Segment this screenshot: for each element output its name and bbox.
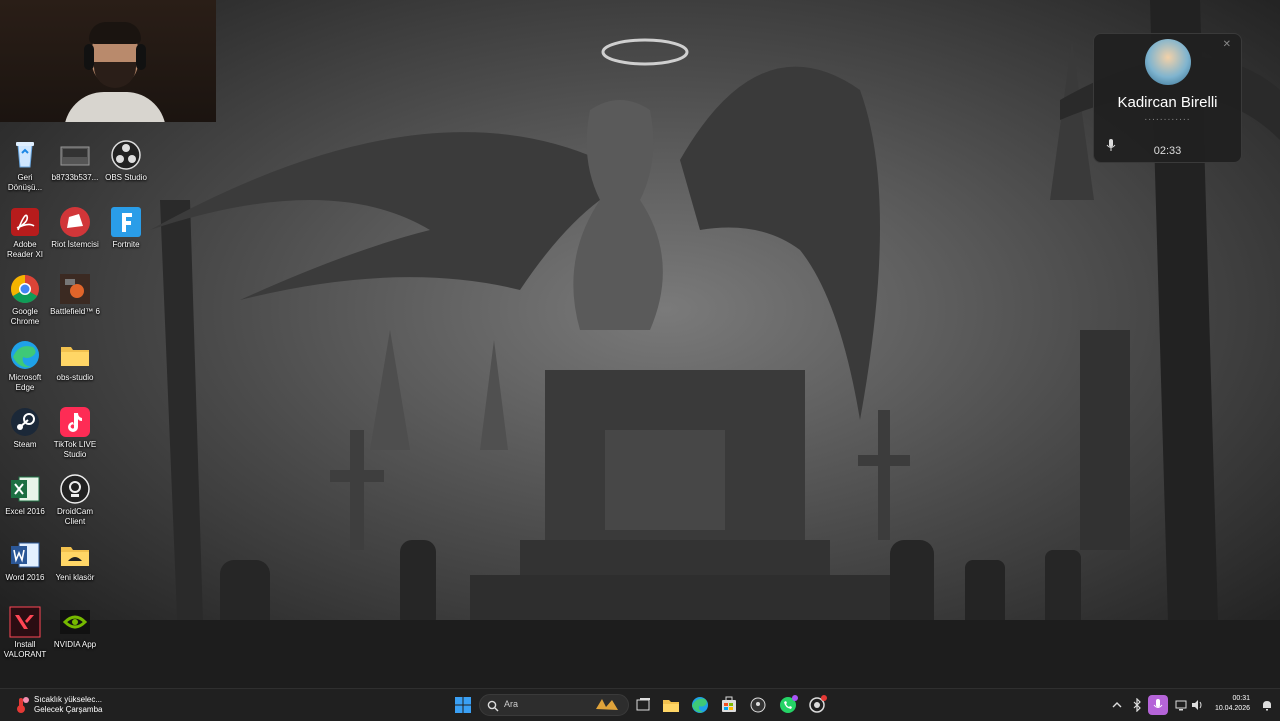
call-notification[interactable]: ✕ Kadircan Birelli ............ 02:33 <box>1093 33 1242 163</box>
webcam-person-beard <box>94 62 136 88</box>
steam-icon <box>9 406 41 438</box>
desktop-icon-battlefield[interactable]: Battlefield™ 6 <box>50 273 100 317</box>
desktop-icon-steam[interactable]: Steam <box>0 406 50 450</box>
search-placeholder: Ara <box>504 699 519 709</box>
start-button[interactable] <box>452 694 474 716</box>
clock-time: 00:31 <box>1232 695 1250 702</box>
call-status-dots: ............ <box>1144 113 1191 123</box>
weather-widget[interactable]: Sıcaklık yükselec... Gelecek Çarşamba <box>12 693 102 717</box>
taskbar-search[interactable]: Ara <box>479 694 629 716</box>
excel-icon <box>9 473 41 505</box>
microphone-icon[interactable] <box>1148 695 1168 715</box>
clock-date: 10.04.2026 <box>1214 705 1250 712</box>
desktop-icon-label: Fortnite <box>112 240 140 249</box>
bluetooth-icon[interactable] <box>1130 697 1144 713</box>
desktop-icon-new-folder[interactable]: Yeni klasör <box>50 539 100 583</box>
desktop-icon-label: OBS Studio <box>105 173 147 182</box>
edge-taskbar-button[interactable] <box>689 694 711 716</box>
desktop-icon-label: Word 2016 <box>5 573 45 582</box>
taskbar: Sıcaklık yükselec... Gelecek Çarşamba Ar… <box>0 688 1280 721</box>
desktop-icon-google-chrome[interactable]: Google Chrome <box>0 273 50 327</box>
webcam-overlay <box>0 0 216 122</box>
folder-icon <box>59 339 91 371</box>
recycle-bin-icon <box>9 139 41 171</box>
desktop-icon-image-file[interactable]: b8733b537... <box>50 139 100 183</box>
volume-icon[interactable] <box>1190 698 1204 712</box>
desktop-icon-label: TikTok LIVE Studio <box>53 440 97 459</box>
desktop-icon-label: Google Chrome <box>10 307 40 326</box>
desktop-icon-label: Excel 2016 <box>5 507 45 516</box>
clock[interactable]: 00:31 10.04.2026 <box>1208 694 1250 714</box>
edge-icon <box>9 339 41 371</box>
image-file-icon <box>59 139 91 171</box>
file-explorer-button[interactable] <box>660 694 682 716</box>
caller-avatar <box>1144 39 1191 85</box>
desktop-icon-label: Install VALORANT <box>3 640 47 659</box>
system-tray: 00:31 10.04.2026 <box>1100 689 1280 721</box>
whatsapp-button[interactable] <box>777 694 799 716</box>
desktop-icon-label: Riot İstemcisi <box>51 240 99 249</box>
valorant-icon <box>9 606 41 638</box>
desktop-icon-label: Microsoft Edge <box>8 373 42 392</box>
search-icon <box>487 699 499 712</box>
close-icon[interactable]: ✕ <box>1223 39 1231 50</box>
headset-icon <box>136 44 146 70</box>
chevron-up-icon[interactable] <box>1110 698 1124 712</box>
thermometer-icon <box>12 696 30 714</box>
weather-line-2: Gelecek Çarşamba <box>34 705 103 714</box>
adobe-reader-icon <box>9 206 41 238</box>
desktop-icon-label: Steam <box>13 440 37 449</box>
folder-icon <box>59 539 91 571</box>
desktop-icon-recycle-bin[interactable]: Geri Dönüşü... <box>0 139 50 193</box>
notification-bell-icon[interactable] <box>1260 698 1274 712</box>
desktop-icon-microsoft-edge[interactable]: Microsoft Edge <box>0 339 50 393</box>
desktop-icon-install-valorant[interactable]: Install VALORANT <box>0 606 50 660</box>
desktop-icon-riot-client[interactable]: Riot İstemcisi <box>50 206 100 250</box>
desktop-icon-label: b8733b537... <box>51 173 99 182</box>
webcam-person-hair <box>89 22 141 44</box>
headset-icon <box>84 44 94 70</box>
search-highlight-icon <box>594 697 620 713</box>
riot-client-icon <box>59 206 91 238</box>
desktop-icon-excel-2016[interactable]: Excel 2016 <box>0 473 50 517</box>
app-taskbar-button[interactable] <box>806 694 828 716</box>
desktop-icon-tiktok-live-studio[interactable]: TikTok LIVE Studio <box>50 406 100 460</box>
desktop-icon-label: Yeni klasör <box>55 573 95 582</box>
word-icon <box>9 539 41 571</box>
weather-line-1: Sıcaklık yükselec... <box>34 695 103 704</box>
chrome-icon <box>9 273 41 305</box>
tiktok-icon <box>59 406 91 438</box>
desktop-icon-nvidia-app[interactable]: NVIDIA App <box>50 606 100 650</box>
call-duration: 02:33 <box>1153 145 1182 157</box>
desktop-icon-label: Battlefield™ 6 <box>50 307 100 316</box>
fortnite-icon <box>110 206 142 238</box>
task-view-button[interactable] <box>632 694 654 716</box>
desktop-icon-word-2016[interactable]: Word 2016 <box>0 539 50 583</box>
caller-name: Kadircan Birelli <box>1117 94 1218 111</box>
store-button[interactable] <box>718 694 740 716</box>
desktop-icon-label: obs-studio <box>56 373 94 382</box>
maps-button[interactable] <box>747 694 769 716</box>
desktop-icon-label: Adobe Reader XI <box>6 240 44 259</box>
desktop-icon-adobe-reader[interactable]: Adobe Reader XI <box>0 206 50 260</box>
droidcam-icon <box>59 473 91 505</box>
desktop-icon-label: DroidCam Client <box>56 507 93 526</box>
network-icon[interactable] <box>1174 698 1188 712</box>
obs-icon <box>110 139 142 171</box>
battlefield-icon <box>59 273 91 305</box>
webcam-person-shirt <box>64 92 166 122</box>
desktop-icon-label: Geri Dönüşü... <box>7 173 43 192</box>
nvidia-icon <box>59 606 91 638</box>
desktop-icon-obs-folder[interactable]: obs-studio <box>50 339 100 383</box>
desktop-icon-droidcam-client[interactable]: DroidCam Client <box>50 473 100 527</box>
desktop-icon-obs-studio[interactable]: OBS Studio <box>101 139 151 183</box>
desktop-icon-fortnite[interactable]: Fortnite <box>101 206 151 250</box>
desktop-icon-label: NVIDIA App <box>53 640 97 649</box>
